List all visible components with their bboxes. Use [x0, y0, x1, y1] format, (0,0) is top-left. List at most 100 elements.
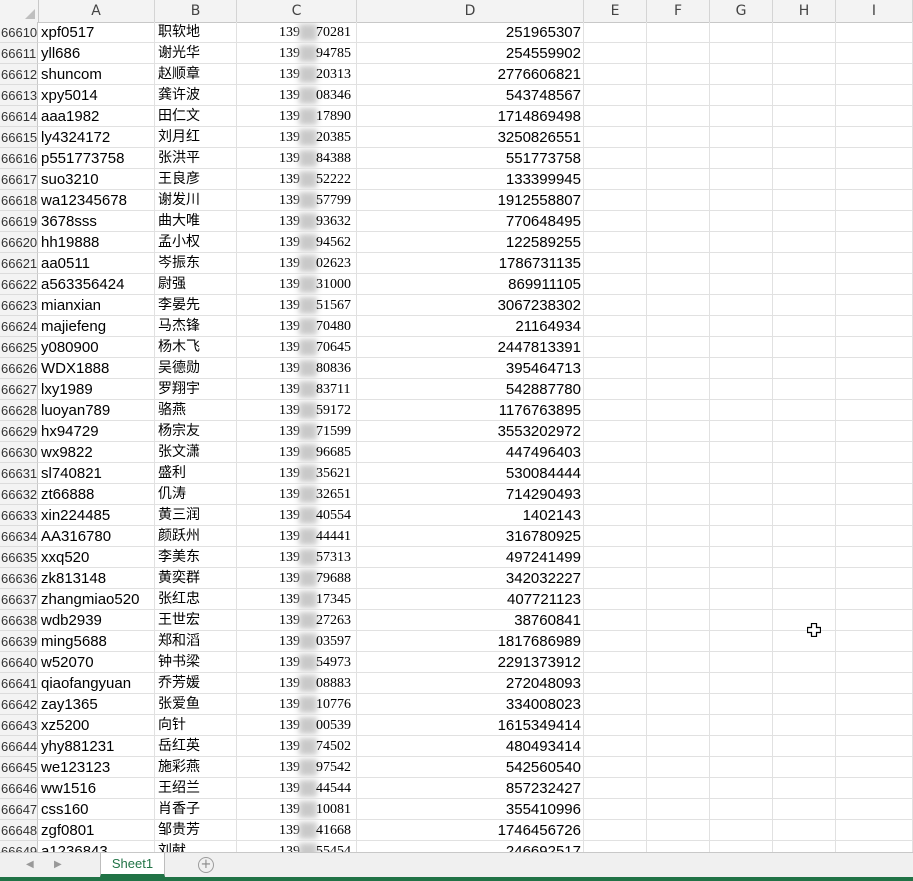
cell-i[interactable]: [836, 442, 913, 463]
cell-h[interactable]: [773, 400, 836, 421]
cell-e[interactable]: [584, 694, 647, 715]
cell-c[interactable]: 139 70281: [237, 22, 357, 43]
cell-h[interactable]: [773, 631, 836, 652]
cell-i[interactable]: [836, 232, 913, 253]
cell-c[interactable]: 139 57313: [237, 547, 357, 568]
cell-i[interactable]: [836, 547, 913, 568]
cell-g[interactable]: [710, 526, 773, 547]
cell-a[interactable]: a563356424: [38, 274, 155, 295]
cell-g[interactable]: [710, 694, 773, 715]
column-header-i[interactable]: I: [836, 0, 913, 22]
cell-g[interactable]: [710, 379, 773, 400]
cell-i[interactable]: [836, 22, 913, 43]
cell-i[interactable]: [836, 610, 913, 631]
cell-b[interactable]: 刘月红: [155, 127, 237, 148]
cell-i[interactable]: [836, 295, 913, 316]
cell-b[interactable]: 王良彦: [155, 169, 237, 190]
cell-b[interactable]: 颜跃州: [155, 526, 237, 547]
cell-b[interactable]: 肖香子: [155, 799, 237, 820]
cell-a[interactable]: xxq520: [38, 547, 155, 568]
cell-g[interactable]: [710, 274, 773, 295]
cell-a[interactable]: suo3210: [38, 169, 155, 190]
cell-f[interactable]: [647, 547, 710, 568]
cell-f[interactable]: [647, 778, 710, 799]
row-header[interactable]: 66639: [0, 631, 38, 652]
cell-e[interactable]: [584, 337, 647, 358]
cell-b[interactable]: 张文潇: [155, 442, 237, 463]
cell-d[interactable]: 1176763895: [357, 400, 584, 421]
cell-a[interactable]: y080900: [38, 337, 155, 358]
add-sheet-icon[interactable]: +: [198, 857, 214, 873]
cell-e[interactable]: [584, 64, 647, 85]
cell-f[interactable]: [647, 148, 710, 169]
cell-b[interactable]: 张爱鱼: [155, 694, 237, 715]
cell-h[interactable]: [773, 484, 836, 505]
cell-d[interactable]: 1615349414: [357, 715, 584, 736]
row-header[interactable]: 66643: [0, 715, 38, 736]
cell-i[interactable]: [836, 421, 913, 442]
cell-f[interactable]: [647, 568, 710, 589]
cell-d[interactable]: 316780925: [357, 526, 584, 547]
cell-e[interactable]: [584, 442, 647, 463]
cell-a[interactable]: ly4324172: [38, 127, 155, 148]
cell-g[interactable]: [710, 211, 773, 232]
cell-g[interactable]: [710, 358, 773, 379]
cell-g[interactable]: [710, 631, 773, 652]
cell-f[interactable]: [647, 232, 710, 253]
row-header[interactable]: 66645: [0, 757, 38, 778]
cell-c[interactable]: 139 94562: [237, 232, 357, 253]
cell-c[interactable]: 139 03597: [237, 631, 357, 652]
cell-e[interactable]: [584, 295, 647, 316]
cell-c[interactable]: 139 93632: [237, 211, 357, 232]
cell-h[interactable]: [773, 463, 836, 484]
cell-d[interactable]: 133399945: [357, 169, 584, 190]
row-header[interactable]: 66640: [0, 652, 38, 673]
cell-d[interactable]: 3553202972: [357, 421, 584, 442]
cell-h[interactable]: [773, 652, 836, 673]
cell-g[interactable]: [710, 43, 773, 64]
cell-g[interactable]: [710, 106, 773, 127]
cell-b[interactable]: 黄奕群: [155, 568, 237, 589]
cell-f[interactable]: [647, 841, 710, 852]
cell-d[interactable]: 542887780: [357, 379, 584, 400]
cell-h[interactable]: [773, 337, 836, 358]
cell-i[interactable]: [836, 211, 913, 232]
cell-h[interactable]: [773, 568, 836, 589]
cell-b[interactable]: 张红忠: [155, 589, 237, 610]
cell-e[interactable]: [584, 232, 647, 253]
row-header[interactable]: 66623: [0, 295, 38, 316]
column-header-g[interactable]: G: [710, 0, 773, 22]
cell-i[interactable]: [836, 589, 913, 610]
cell-g[interactable]: [710, 127, 773, 148]
cell-e[interactable]: [584, 190, 647, 211]
cell-h[interactable]: [773, 211, 836, 232]
cell-c[interactable]: 139 32651: [237, 484, 357, 505]
cell-i[interactable]: [836, 526, 913, 547]
cell-f[interactable]: [647, 736, 710, 757]
row-header[interactable]: 66648: [0, 820, 38, 841]
cell-a[interactable]: aa0511: [38, 253, 155, 274]
cell-d[interactable]: 355410996: [357, 799, 584, 820]
cell-f[interactable]: [647, 421, 710, 442]
cell-b[interactable]: 钟书梁: [155, 652, 237, 673]
cell-i[interactable]: [836, 127, 913, 148]
row-header[interactable]: 66647: [0, 799, 38, 820]
cell-b[interactable]: 张洪平: [155, 148, 237, 169]
cell-a[interactable]: zgf0801: [38, 820, 155, 841]
cell-h[interactable]: [773, 694, 836, 715]
cell-c[interactable]: 139 52222: [237, 169, 357, 190]
cell-e[interactable]: [584, 715, 647, 736]
row-header[interactable]: 66642: [0, 694, 38, 715]
cell-f[interactable]: [647, 505, 710, 526]
cell-h[interactable]: [773, 106, 836, 127]
cell-f[interactable]: [647, 526, 710, 547]
cell-h[interactable]: [773, 673, 836, 694]
cell-b[interactable]: 郑和滔: [155, 631, 237, 652]
cell-g[interactable]: [710, 337, 773, 358]
cell-f[interactable]: [647, 43, 710, 64]
cell-g[interactable]: [710, 232, 773, 253]
cell-d[interactable]: 246692517: [357, 841, 584, 852]
cell-a[interactable]: aaa1982: [38, 106, 155, 127]
cell-g[interactable]: [710, 421, 773, 442]
row-header[interactable]: 66637: [0, 589, 38, 610]
